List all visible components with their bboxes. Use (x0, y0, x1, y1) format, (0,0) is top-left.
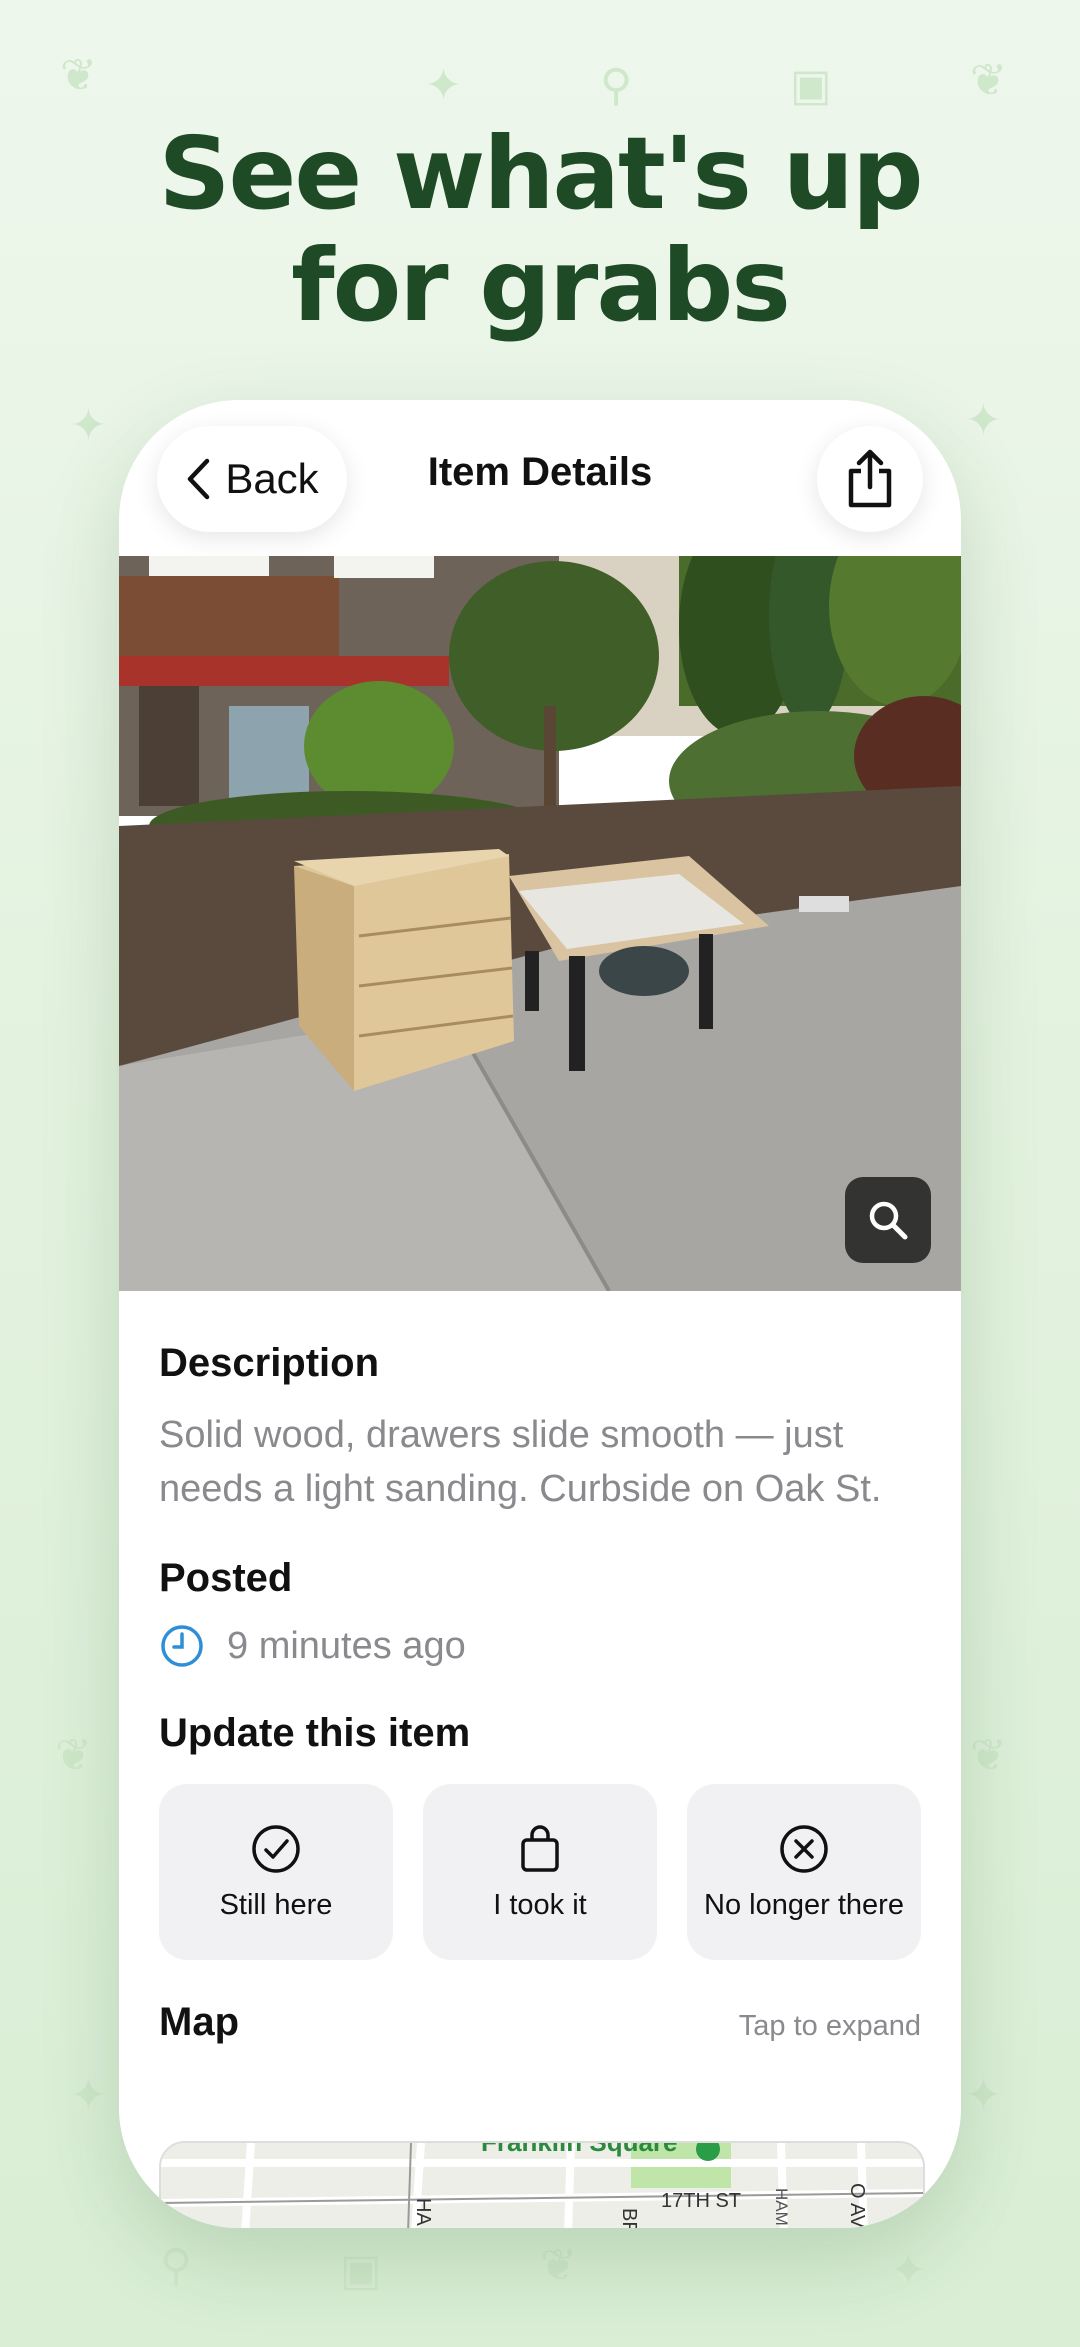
i-took-it-button[interactable]: I took it (423, 1784, 657, 1960)
gift-icon: ▣ (340, 2246, 382, 2295)
magnifier-icon (869, 1201, 908, 1240)
sparkle-icon: ✦ (70, 401, 107, 450)
map-street-label: HA (412, 2198, 434, 2226)
leaf-icon: ❦ (60, 51, 97, 100)
sparkle-icon: ✦ (965, 2071, 1002, 2120)
leaf-icon: ❦ (540, 2241, 577, 2290)
gift-icon: ▣ (790, 61, 832, 110)
description-title: Description (159, 1341, 380, 1385)
no-longer-there-button[interactable]: No longer there (687, 1784, 921, 1960)
sparkle-icon: ✦ (70, 2071, 107, 2120)
x-circle-icon (780, 1824, 828, 1873)
description-text: Solid wood, drawers slide smooth — just … (159, 1414, 882, 1510)
headline-line-2: for grabs (291, 227, 791, 344)
posted-title: Posted (159, 1556, 293, 1600)
posted-time: 9 minutes ago (227, 1624, 466, 1667)
pin-icon: ⚲ (160, 2241, 193, 2290)
map-preview[interactable]: Franklin Square 17TH ST O AVE HAM BR HA (159, 2141, 925, 2228)
still-here-label: Still here (219, 1888, 333, 1921)
map-expand-hint[interactable]: Tap to expand (739, 2010, 921, 2043)
headline: See what's up for grabs (0, 118, 1080, 342)
headline-line-1: See what's up (158, 115, 923, 232)
no-longer-there-label: No longer there (704, 1888, 904, 1921)
item-details: Description Solid wood, drawers slide sm… (159, 1291, 921, 2045)
map-tiles: Franklin Square 17TH ST O AVE HAM BR HA (161, 2143, 923, 2228)
leaf-icon: ❦ (55, 1731, 92, 1780)
clock-icon (161, 1625, 203, 1667)
item-photo[interactable] (119, 506, 961, 1292)
leaf-icon: ❦ (970, 56, 1007, 105)
leaf-icon: ❦ (970, 1731, 1007, 1780)
item-photo-illustration (119, 506, 961, 1292)
bag-icon (521, 1824, 559, 1872)
still-here-button[interactable]: Still here (159, 1784, 393, 1960)
posted-row: 9 minutes ago (159, 1623, 921, 1669)
check-circle-icon (252, 1824, 300, 1873)
pin-icon: ⚲ (600, 61, 633, 110)
map-street-label: BR (618, 2208, 640, 2228)
i-took-it-label: I took it (493, 1888, 587, 1921)
phone-screen: Back Item Details Description Solid wood… (119, 400, 961, 2228)
sparkle-icon: ✦ (425, 61, 462, 110)
share-button[interactable] (817, 426, 923, 532)
map-header: Map Tap to expand (159, 2000, 921, 2045)
update-title: Update this item (159, 1711, 471, 1755)
map-title: Map (159, 2000, 239, 2044)
sparkle-icon: ✦ (890, 2246, 927, 2295)
zoom-button[interactable] (845, 1177, 931, 1263)
map-park-label: Franklin Square (481, 2143, 678, 2157)
sparkle-icon: ✦ (965, 396, 1002, 445)
share-icon (848, 449, 892, 508)
update-actions: Still here I took it No longer there (159, 1784, 921, 1960)
map-street-label: 17TH ST (661, 2190, 741, 2212)
map-street-label: HAM (772, 2188, 791, 2226)
map-street-label: O AVE (846, 2183, 868, 2228)
navigation-bar: Back Item Details (119, 400, 961, 556)
